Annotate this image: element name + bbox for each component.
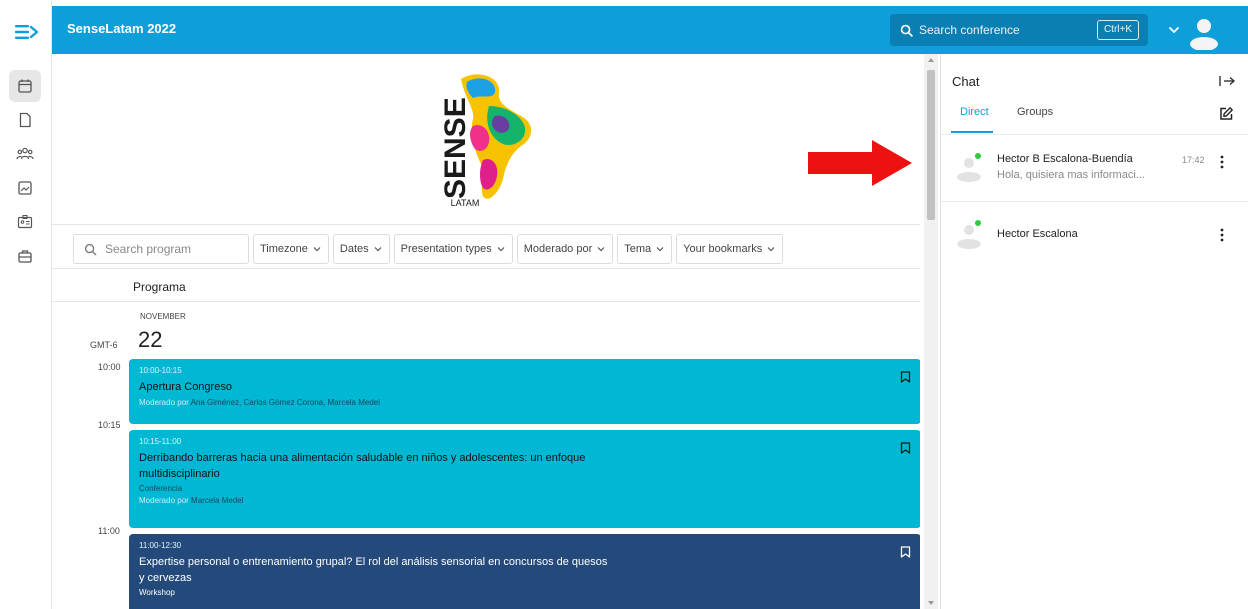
moderated-prefix: Moderado por [139,496,189,505]
event-card[interactable]: 11:00-12:30 Expertise personal o entrena… [129,534,920,609]
tab-groups[interactable]: Groups [1017,106,1053,118]
filter-label: Dates [339,243,369,255]
program-divider [52,301,920,302]
collapse-panel-icon[interactable] [1218,74,1236,88]
bookmark-icon[interactable] [900,371,911,383]
conference-title[interactable]: SenseLatam 2022 [67,21,176,36]
event-card[interactable]: 10:00-10:15 Apertura Congreso Moderado p… [129,359,920,424]
program-search[interactable]: Search program [73,234,249,264]
search-icon [900,24,913,37]
banner-divider [52,224,920,225]
filter-presentation-types[interactable]: Presentation types [393,234,513,264]
moderator-names: Ana Giménez, Carlos Gómez Corona, Marcel… [190,398,381,407]
time-label: 11:00 [98,526,120,536]
event-time: 10:15-11:00 [139,437,182,446]
chevron-down-icon [767,247,775,252]
filter-label: Timezone [260,243,308,255]
chat-panel: Chat Direct Groups Hector B Escalona-Bue… [940,54,1248,609]
image-icon[interactable] [9,172,41,204]
filter-your-bookmarks[interactable]: Your bookmarks [676,234,784,264]
message-preview: Hola, quisiera mas informaci... [997,169,1145,181]
message-time: 17:42 [1182,155,1205,165]
scroll-down-arrow[interactable] [928,601,934,605]
logo-word: SENSE [439,97,472,199]
month-label: NOVEMBER [140,312,186,321]
conversation-item[interactable]: Hector B Escalona-Buendía Hola, quisiera… [941,135,1248,201]
chevron-down-icon [497,247,505,252]
conference-search-placeholder: Search conference [919,23,1020,37]
conference-search[interactable]: Search conference Ctrl+K [890,14,1148,46]
filter-dates[interactable]: Dates [332,234,390,264]
filter-label: Moderado por [523,243,593,255]
event-time: 11:00-12:30 [139,541,182,550]
left-rail [0,0,52,609]
program-label: Programa [133,280,186,294]
filter-label: Your bookmarks [683,243,763,255]
filters-divider [52,268,920,269]
moderated-prefix: Moderado por [139,398,189,407]
filter-moderado-por[interactable]: Moderado por [516,234,614,264]
calendar-icon[interactable] [9,70,41,102]
contact-avatar [957,220,981,249]
event-title: Expertise personal o entrenamiento grupa… [139,556,608,584]
day-number: 22 [138,327,163,352]
conversation-item[interactable]: Hector Escalona [941,202,1248,268]
contact-avatar [957,153,981,182]
tab-direct[interactable]: Direct [960,106,989,118]
menu-icon[interactable] [12,18,40,46]
keyboard-shortcut: Ctrl+K [1096,20,1139,40]
chevron-down-icon [656,247,664,252]
scroll-up-arrow[interactable] [928,58,934,62]
user-avatar[interactable] [1186,14,1222,51]
contact-name: Hector B Escalona-Buendía [997,153,1133,165]
briefcase-icon[interactable] [9,240,41,272]
chevron-down-icon[interactable] [1166,22,1182,38]
bookmark-icon[interactable] [900,442,911,454]
main-scrollbar[interactable] [924,54,938,609]
chevron-down-icon [313,247,321,252]
chat-title: Chat [952,74,980,89]
event-moderators: Moderado por Marcela Medel [139,496,911,505]
time-label: 10:00 [98,362,121,372]
chevron-down-icon [597,247,605,252]
app-root: SenseLatam 2022 Search conference Ctrl+K… [0,0,1248,609]
program-search-placeholder: Search program [105,242,192,256]
more-options-icon[interactable] [1219,228,1225,242]
program-filters: Search program Timezone Dates Presentati… [73,234,784,264]
timezone-label: GMT-6 [90,340,118,350]
compose-icon[interactable] [1218,106,1234,122]
bookmark-icon[interactable] [900,546,911,558]
chevron-down-icon [374,247,382,252]
event-type: Conferencia [139,484,183,493]
event-title: Derribando barreras hacia una alimentaci… [139,452,586,480]
more-options-icon[interactable] [1219,155,1225,169]
event-title: Apertura Congreso [139,381,232,393]
logo-sub: LATAM [451,198,480,208]
event-moderators: Moderado por Ana Giménez, Carlos Gómez C… [139,398,911,407]
annotation-arrow [808,140,912,186]
people-icon[interactable] [9,138,41,170]
event-type: Workshop [139,588,175,597]
filter-tema[interactable]: Tema [617,234,673,264]
filter-label: Tema [624,243,652,255]
conference-banner: SENSE LATAM [52,54,920,224]
document-icon[interactable] [9,104,41,136]
main-content: SENSE LATAM Search program Timezone Date… [52,54,920,609]
filter-timezone[interactable]: Timezone [253,234,329,264]
scroll-thumb[interactable] [927,70,935,220]
sense-latam-logo: SENSE LATAM [439,74,532,208]
time-label: 10:15 [98,420,121,430]
active-tab-indicator [951,131,993,133]
top-bar: SenseLatam 2022 Search conference Ctrl+K [52,6,1248,54]
moderator-names: Marcela Medel [191,496,244,505]
event-time: 10:00-10:15 [139,366,182,375]
event-card[interactable]: 10:15-11:00 Derribando barreras hacia un… [129,430,920,528]
id-card-icon[interactable] [9,206,41,238]
search-icon [84,243,97,255]
contact-name: Hector Escalona [997,228,1078,240]
filter-label: Presentation types [400,243,492,255]
